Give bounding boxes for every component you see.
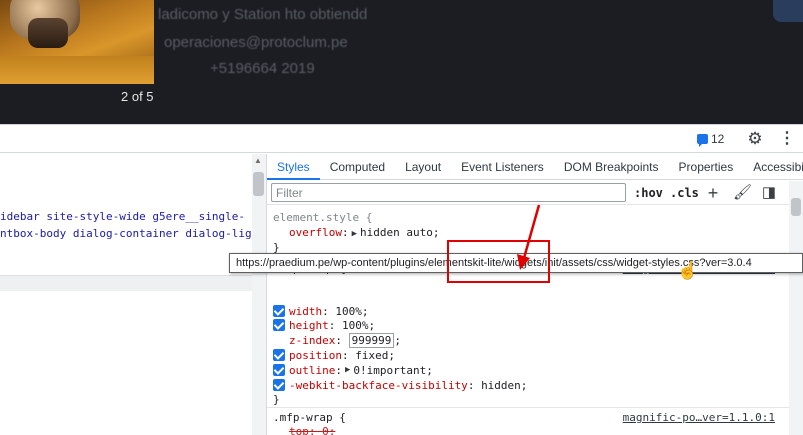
- dom-node-line[interactable]: idebar site-style-wide g5ere__single-: [0, 210, 245, 223]
- styles-tabbar: Styles Computed Layout Event Listeners D…: [267, 154, 803, 180]
- property-value[interactable]: 100%;: [342, 319, 375, 332]
- stylesheet-link[interactable]: magnific-po…ver=1.1.0:1: [623, 411, 775, 424]
- webpage-area: 2 of 5 ladicomo y Station hto obtiendd o…: [0, 0, 803, 124]
- gallery-counter: 2 of 5: [121, 89, 154, 104]
- declaration-checkbox[interactable]: [273, 305, 285, 317]
- property-name[interactable]: top: [289, 425, 309, 435]
- hov-toggle[interactable]: :hov: [634, 186, 663, 200]
- styles-pane: Styles Computed Layout Event Listeners D…: [267, 154, 803, 435]
- property-value-editor[interactable]: 999999: [348, 332, 395, 348]
- tab-layout[interactable]: Layout: [395, 154, 451, 180]
- gear-icon[interactable]: ⚙: [745, 129, 765, 149]
- property-value[interactable]: 100%;: [335, 305, 368, 318]
- declaration-checkbox[interactable]: [273, 349, 285, 361]
- tab-event-listeners[interactable]: Event Listeners: [451, 154, 554, 180]
- rule-selector: .mfp-wrap {: [273, 411, 346, 424]
- declaration[interactable]: outline: ▶ 0!important;: [273, 363, 433, 377]
- hand-cursor-icon: ☝: [677, 261, 699, 280]
- tab-dom-breakpoints[interactable]: DOM Breakpoints: [554, 154, 669, 180]
- styles-scroll-thumb[interactable]: [791, 198, 801, 216]
- property-name[interactable]: width: [289, 305, 322, 318]
- declaration[interactable]: overflow: ▶ hidden auto;: [289, 226, 440, 239]
- property-value[interactable]: hidden;: [481, 379, 527, 392]
- declaration-checkbox[interactable]: [273, 379, 285, 391]
- property-name[interactable]: -webkit-backface-visibility: [289, 379, 468, 392]
- cls-toggle[interactable]: .cls: [670, 186, 699, 200]
- rule-mfp-wrap-magnific: .mfp-wrap { magnific-po…ver=1.1.0:1 top:…: [267, 409, 789, 435]
- property-value[interactable]: fixed;: [355, 349, 395, 362]
- image-detail: [28, 18, 68, 48]
- property-name[interactable]: height: [289, 319, 329, 332]
- gallery-image[interactable]: [0, 0, 154, 84]
- dom-node-line[interactable]: ntbox-body dialog-container dialog-lig: [0, 227, 252, 240]
- paint-brush-icon[interactable]: 🖌: [733, 184, 752, 202]
- message-icon: [697, 134, 708, 147]
- expand-triangle-icon[interactable]: ▶: [352, 229, 357, 239]
- sidebar-toggle-icon[interactable]: ◨: [760, 184, 778, 202]
- property-name[interactable]: overflow: [289, 226, 342, 239]
- issues-count: 12: [711, 132, 725, 146]
- more-options-icon[interactable]: ⋮: [779, 129, 795, 149]
- background-text-2: operaciones@protoclum.pe: [164, 34, 348, 51]
- tab-computed[interactable]: Computed: [320, 154, 395, 180]
- corner-button[interactable]: [773, 0, 803, 22]
- declaration[interactable]: height: 100%;: [273, 318, 375, 332]
- property-name[interactable]: outline: [289, 364, 335, 377]
- image-floor: [0, 56, 154, 84]
- declaration-checkbox[interactable]: [273, 364, 285, 376]
- tab-properties[interactable]: Properties: [669, 154, 744, 180]
- property-name[interactable]: z-index: [289, 334, 335, 347]
- tab-accessibility[interactable]: Accessibility: [743, 154, 803, 180]
- issues-counter[interactable]: 12: [697, 131, 724, 147]
- background-text-1: ladicomo y Station hto obtiendd: [158, 6, 368, 23]
- new-rule-icon[interactable]: +: [704, 184, 722, 202]
- property-value[interactable]: 0;: [322, 425, 335, 435]
- expand-triangle-icon[interactable]: ▶: [345, 365, 350, 375]
- styles-scrollbar[interactable]: [789, 181, 803, 435]
- breadcrumb: [0, 275, 252, 291]
- declaration[interactable]: position: fixed;: [273, 348, 395, 362]
- rule-selector: element.style {: [273, 211, 373, 224]
- filter-input[interactable]: [271, 183, 626, 202]
- property-value[interactable]: 0!important;: [353, 364, 432, 377]
- property-value[interactable]: hidden auto;: [360, 226, 439, 239]
- elements-scroll-thumb[interactable]: [253, 172, 264, 196]
- declaration[interactable]: z-index: 999999;: [273, 332, 401, 348]
- devtools-toolbar: 12 ⚙ ⋮: [0, 125, 803, 153]
- elements-panel: idebar site-style-wide g5ere__single- nt…: [0, 154, 266, 435]
- declaration-checkbox[interactable]: [273, 319, 285, 331]
- property-name[interactable]: position: [289, 349, 342, 362]
- rule-divider: [267, 407, 789, 408]
- scroll-up-icon[interactable]: ▲: [254, 156, 262, 165]
- elements-scrollbar[interactable]: [252, 154, 266, 435]
- background-text-3: +5196664 2019: [210, 60, 315, 77]
- declaration[interactable]: -webkit-backface-visibility: hidden;: [273, 378, 527, 392]
- declaration[interactable]: width: 100%;: [273, 304, 369, 318]
- overridden-declaration[interactable]: top: 0;: [289, 425, 335, 435]
- tab-styles[interactable]: Styles: [267, 154, 320, 180]
- styles-filterbar: :hov .cls + 🖌 ◨: [267, 181, 803, 205]
- rule-close: }: [273, 393, 280, 406]
- annotation-box: [447, 240, 550, 283]
